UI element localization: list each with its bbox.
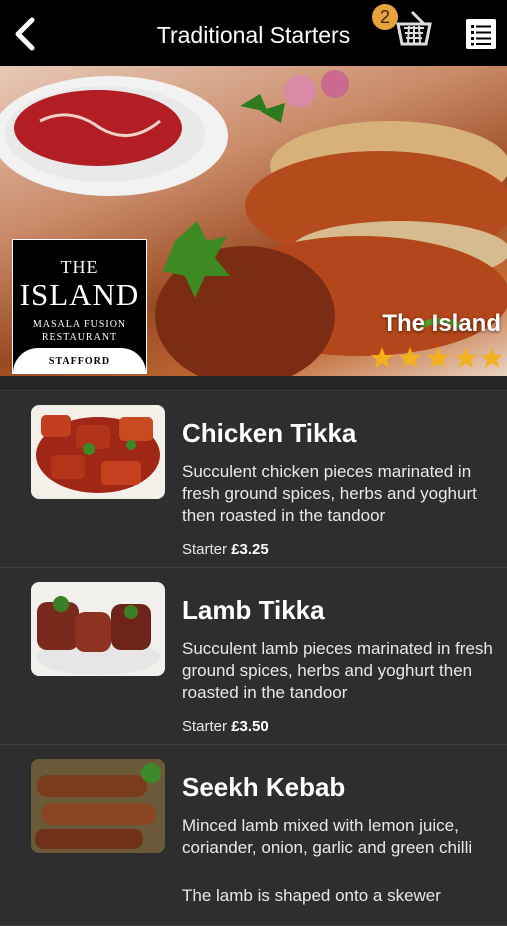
item-name: Seekh Kebab [182, 772, 346, 802]
list-menu-icon[interactable] [466, 19, 496, 49]
restaurant-name: The Island [382, 310, 501, 337]
restaurant-logo: THE ISLAND MASALA FUSION RESTAURANT STAF… [12, 239, 147, 374]
list-divider [0, 376, 507, 391]
item-price: Starter £3.25 [182, 541, 269, 558]
item-description: Succulent chicken pieces marinated in fr… [182, 462, 477, 525]
item-description: Minced lamb mixed with lemon juice, cori… [182, 816, 473, 857]
basket-count-badge[interactable]: 2 [372, 4, 398, 30]
lamb-tikka-photo [31, 582, 165, 676]
seekh-kebab-photo [31, 759, 165, 853]
restaurant-hero-image: THE ISLAND MASALA FUSION RESTAURANT STAF… [0, 66, 507, 376]
chicken-tikka-photo [31, 405, 165, 499]
rating-stars [371, 347, 502, 368]
item-name: Chicken Tikka [182, 418, 357, 448]
menu-item[interactable]: Seekh Kebab Minced lamb mixed with lemon… [0, 745, 507, 926]
menu-list: Chicken Tikka Succulent chicken pieces m… [0, 376, 507, 926]
item-description: Succulent lamb pieces marinated in fresh… [182, 639, 493, 702]
item-price: Starter £3.50 [182, 718, 269, 735]
top-bar: Traditional Starters 2 [0, 0, 507, 66]
item-extra-description: The lamb is shaped onto a skewer [182, 886, 441, 905]
item-name: Lamb Tikka [182, 595, 325, 625]
menu-item[interactable]: Chicken Tikka Succulent chicken pieces m… [0, 391, 507, 568]
menu-item[interactable]: Lamb Tikka Succulent lamb pieces marinat… [0, 568, 507, 745]
